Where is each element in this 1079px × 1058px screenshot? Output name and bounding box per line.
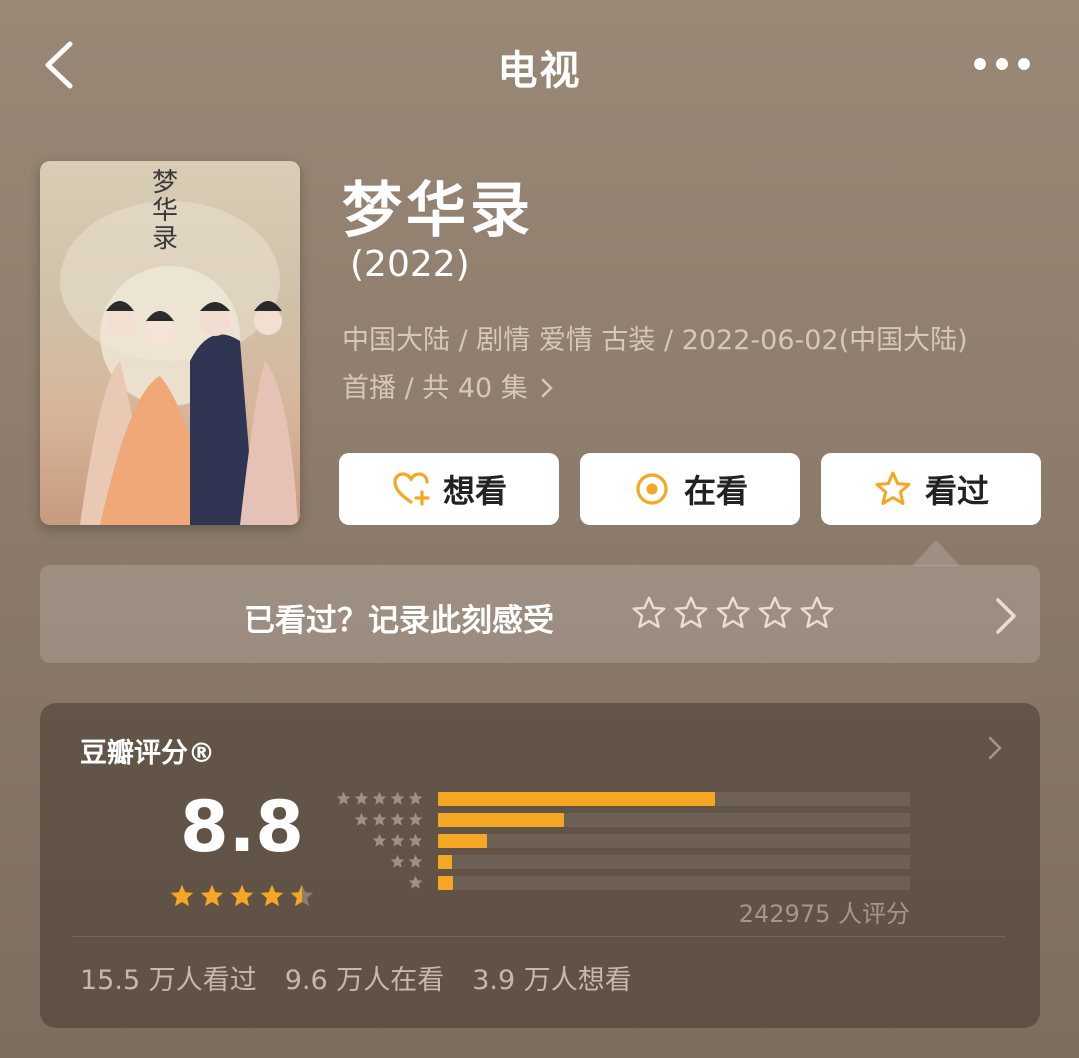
small-star-icon xyxy=(372,833,387,847)
chevron-right-icon[interactable] xyxy=(986,734,1004,762)
rating-bar-track xyxy=(438,813,910,827)
filled-star-icon xyxy=(260,884,284,907)
empty-star-icon[interactable] xyxy=(630,594,668,632)
watching-label: 在看 xyxy=(683,472,748,510)
star-level-5 xyxy=(334,790,424,807)
small-star-icon xyxy=(354,791,369,805)
star-level-2 xyxy=(334,853,424,870)
rating-bar-fill xyxy=(438,792,715,806)
record-bar-pointer xyxy=(912,540,960,566)
small-star-icon xyxy=(390,833,405,847)
rating-bar-fill xyxy=(438,855,452,869)
page-title: 电视 xyxy=(497,48,582,94)
small-star-icon xyxy=(408,833,423,847)
show-year: (2022) xyxy=(350,244,470,285)
small-star-icon xyxy=(408,875,423,889)
target-circle-icon xyxy=(636,473,668,505)
star-level-1 xyxy=(334,874,424,891)
poster-artwork: 梦 华 录 xyxy=(60,168,298,525)
small-star-icon xyxy=(390,791,405,805)
small-star-icon xyxy=(408,791,423,805)
rate-stars[interactable] xyxy=(630,594,836,632)
svg-text:录: 录 xyxy=(152,224,178,254)
filled-star-icon xyxy=(170,884,194,907)
small-star-icon xyxy=(408,812,423,826)
chevron-right-icon xyxy=(542,378,554,398)
show-meta-episodes: 首播 / 共 40 集 xyxy=(342,373,528,404)
rating-title: 豆瓣评分® xyxy=(80,738,215,769)
small-star-icon xyxy=(390,812,405,826)
small-star-icon xyxy=(354,812,369,826)
divider xyxy=(72,936,1006,937)
rating-score: 8.8 xyxy=(180,786,305,868)
filled-star-icon xyxy=(200,884,224,907)
want-count: 3.9 万人想看 xyxy=(472,965,632,996)
chevron-right-icon[interactable] xyxy=(992,596,1020,636)
more-options-icon[interactable] xyxy=(972,56,1032,72)
rating-bar-track xyxy=(438,855,910,869)
show-meta: 中国大陆 / 剧情 爱情 古装 / 2022-06-02(中国大陆) xyxy=(342,325,968,356)
audience-stats: 15.5 万人看过 9.6 万人在看 3.9 万人想看 xyxy=(80,958,632,997)
watched-button[interactable]: 看过 xyxy=(821,453,1041,525)
rating-bar-fill xyxy=(438,876,453,890)
rating-bar-track xyxy=(438,792,910,806)
rating-bar-track xyxy=(438,834,910,848)
svg-text:梦: 梦 xyxy=(152,168,178,198)
empty-star-icon[interactable] xyxy=(714,594,752,632)
rating-bar-fill xyxy=(438,834,487,848)
want-to-watch-button[interactable]: 想看 xyxy=(339,453,559,525)
half-star-icon xyxy=(290,884,314,907)
svg-text:华: 华 xyxy=(152,196,178,226)
small-star-icon xyxy=(408,854,423,868)
show-meta-more-link[interactable]: 首播 / 共 40 集 xyxy=(342,366,554,405)
rating-stars xyxy=(168,882,316,910)
show-title: 梦华录 xyxy=(342,176,534,246)
record-prompt: 已看过？记录此刻感受 xyxy=(244,603,554,639)
watching-button[interactable]: 在看 xyxy=(580,453,800,525)
star-level-4 xyxy=(334,811,424,828)
rating-bar-track xyxy=(438,876,910,890)
watched-label: 看过 xyxy=(924,472,989,510)
watching-count: 9.6 万人在看 xyxy=(284,965,445,996)
small-star-icon xyxy=(372,791,387,805)
empty-star-icon[interactable] xyxy=(798,594,836,632)
star-outline-icon xyxy=(875,471,911,505)
rater-count: 242975 人评分 xyxy=(738,900,910,928)
rating-bar-fill xyxy=(438,813,564,827)
poster-image[interactable]: 梦 华 录 xyxy=(40,161,300,525)
empty-star-icon[interactable] xyxy=(672,594,710,632)
want-to-watch-label: 想看 xyxy=(442,472,507,510)
small-star-icon xyxy=(336,791,351,805)
watched-count: 15.5 万人看过 xyxy=(80,965,257,996)
small-star-icon xyxy=(390,854,405,868)
star-level-3 xyxy=(334,832,424,849)
filled-star-icon xyxy=(230,884,254,907)
heart-plus-icon xyxy=(393,472,430,506)
small-star-icon xyxy=(372,812,387,826)
empty-star-icon[interactable] xyxy=(756,594,794,632)
